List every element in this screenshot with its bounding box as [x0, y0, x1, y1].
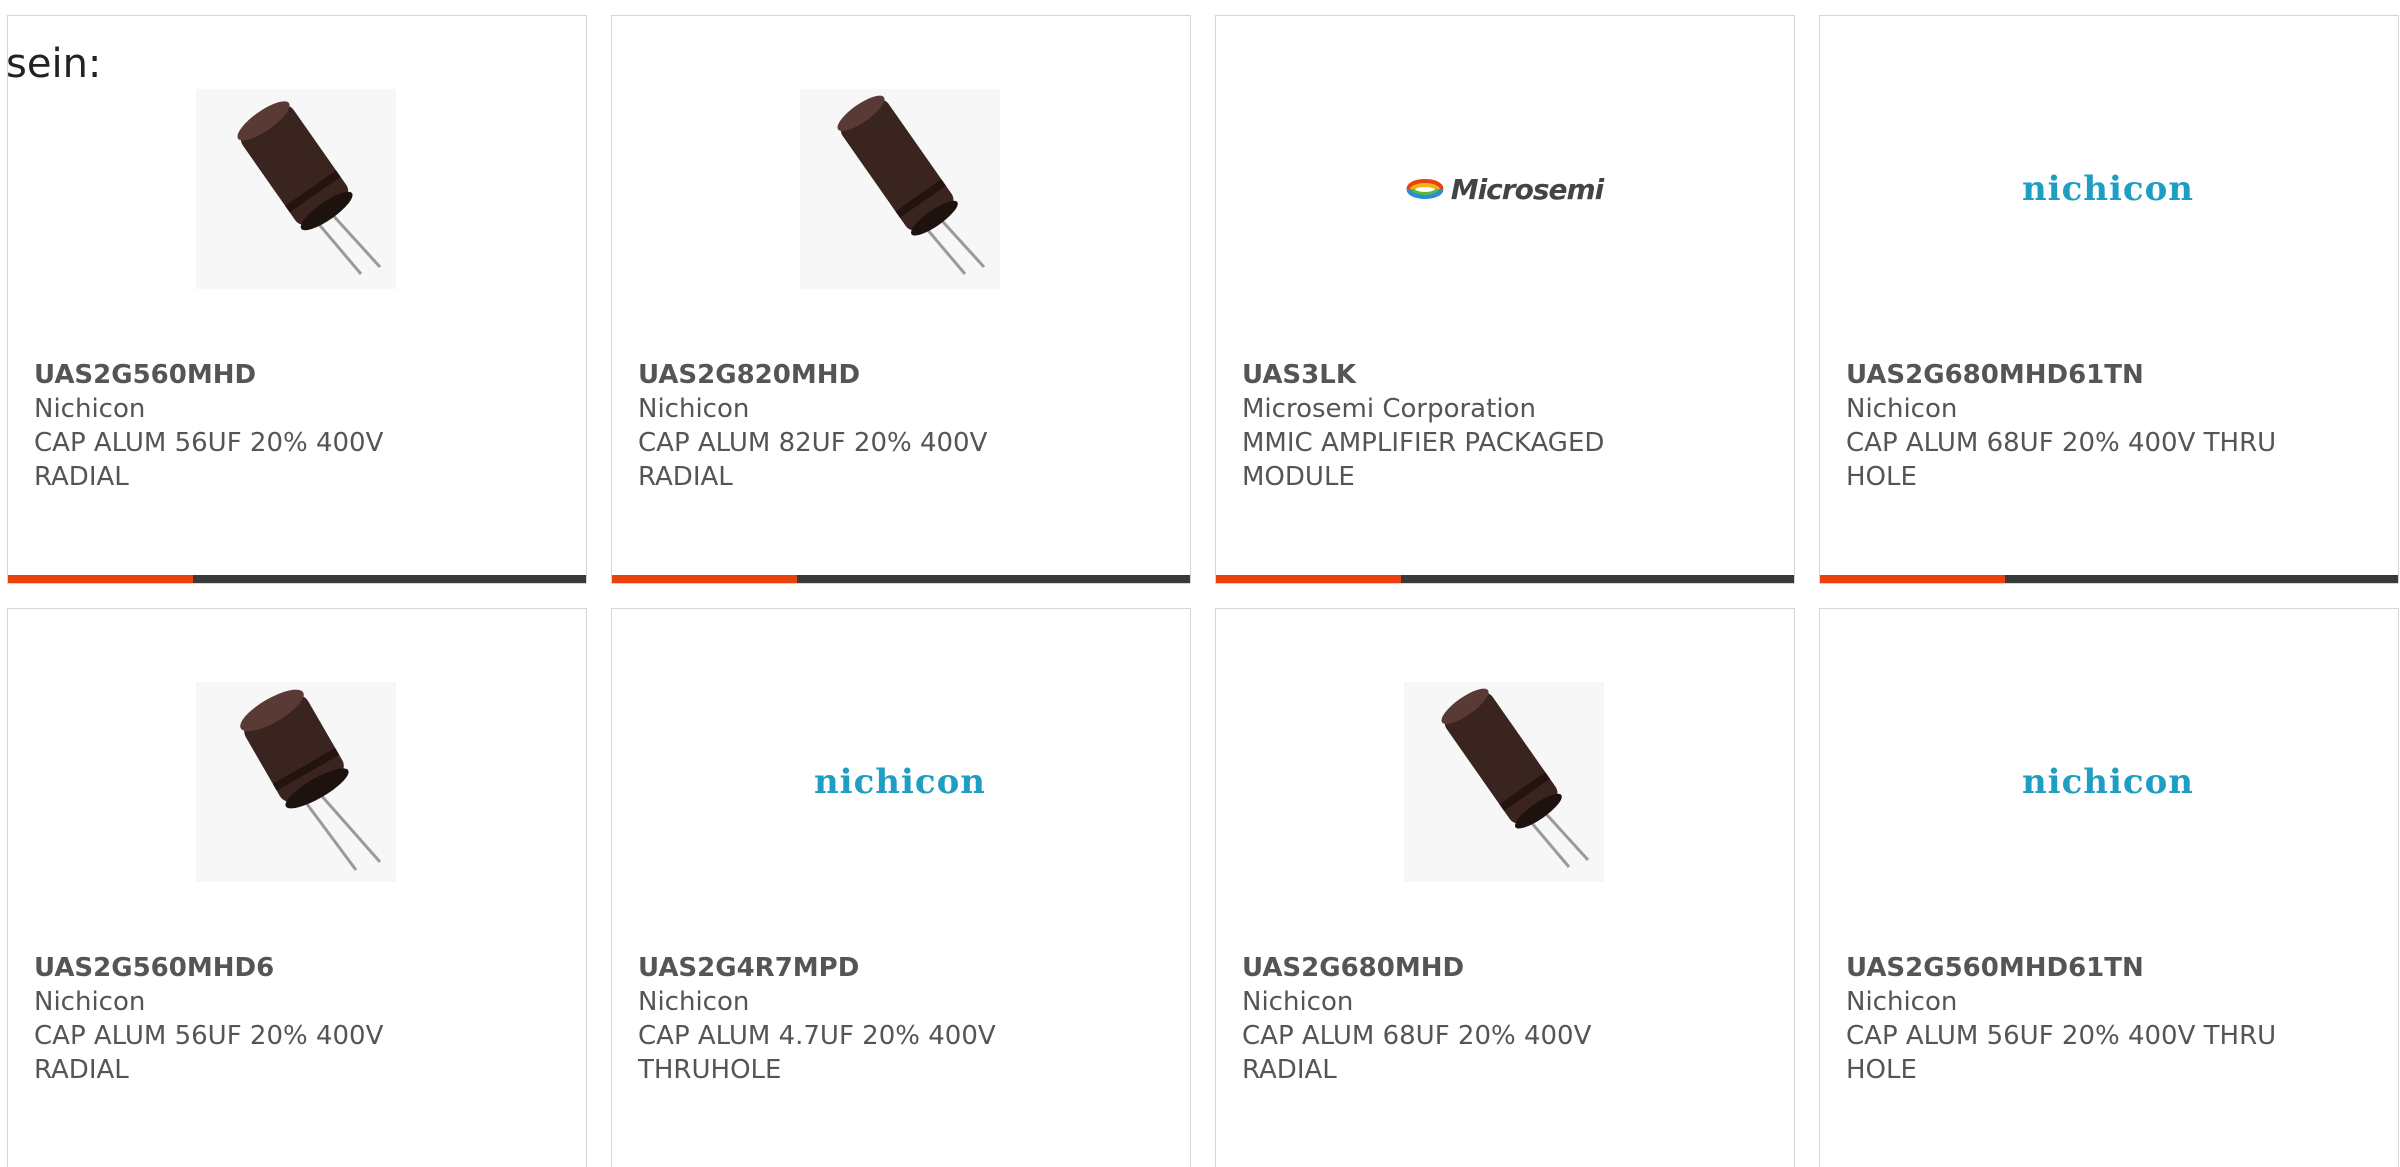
manufacturer: Nichicon — [1846, 987, 1958, 1017]
manufacturer: Microsemi Corporation — [1242, 394, 1536, 424]
part-number[interactable]: UAS2G560MHD61TN — [1846, 951, 2376, 985]
product-info: UAS3LK Microsemi Corporation MMIC AMPLIF… — [1242, 358, 1772, 494]
capacitor-photo-image — [196, 682, 396, 882]
description-line-2: THRUHOLE — [638, 1055, 782, 1085]
description: CAP ALUM 56UF 20% 400V — [34, 428, 384, 458]
description-line-2: RADIAL — [34, 1055, 129, 1085]
progress-bar-fill — [1216, 575, 1401, 583]
capacitor-photo-image — [196, 89, 396, 289]
manufacturer: Nichicon — [1242, 987, 1354, 1017]
capacitor-photo-image — [800, 89, 1000, 289]
description: MMIC AMPLIFIER PACKAGED — [1242, 428, 1605, 458]
product-info: UAS2G4R7MPD Nichicon CAP ALUM 4.7UF 20% … — [638, 951, 1168, 1087]
product-info: UAS2G680MHD61TN Nichicon CAP ALUM 68UF 2… — [1846, 358, 2376, 494]
product-card[interactable]: nichicon UAS2G560MHD61TN Nichicon CAP AL… — [1819, 608, 2399, 1167]
capacitor-photo-image — [1404, 682, 1604, 882]
description: CAP ALUM 68UF 20% 400V — [1242, 1021, 1592, 1051]
microsemi-logo: Microsemi — [1405, 173, 1604, 206]
product-info: UAS2G820MHD Nichicon CAP ALUM 82UF 20% 4… — [638, 358, 1168, 494]
manufacturer: Nichicon — [34, 987, 146, 1017]
progress-bar-fill — [612, 575, 797, 583]
capacitor-icon — [240, 689, 382, 871]
description: CAP ALUM 4.7UF 20% 400V — [638, 1021, 996, 1051]
progress-bar — [1216, 575, 1794, 583]
product-card[interactable]: UAS2G820MHD Nichicon CAP ALUM 82UF 20% 4… — [611, 15, 1191, 584]
capacitor-icon — [237, 101, 382, 275]
progress-bar-fill — [8, 575, 193, 583]
product-info: UAS2G560MHD6 Nichicon CAP ALUM 56UF 20% … — [34, 951, 564, 1087]
product-grid: UAS2G560MHD Nichicon CAP ALUM 56UF 20% 4… — [7, 15, 2399, 1167]
intro-text: sein: — [6, 41, 102, 87]
capacitor-icon — [1441, 688, 1590, 868]
capacitor-icon — [837, 95, 986, 275]
nichicon-logo-image: nichicon — [2008, 682, 2208, 882]
description-line-2: RADIAL — [1242, 1055, 1337, 1085]
manufacturer: Nichicon — [638, 394, 750, 424]
part-number[interactable]: UAS2G680MHD61TN — [1846, 358, 2376, 392]
progress-bar — [612, 575, 1190, 583]
product-card[interactable]: nichicon UAS2G4R7MPD Nichicon CAP ALUM 4… — [611, 608, 1191, 1167]
part-number[interactable]: UAS3LK — [1242, 358, 1772, 392]
description-line-2: HOLE — [1846, 462, 1917, 492]
progress-bar — [1820, 575, 2398, 583]
product-card[interactable]: UAS2G560MHD Nichicon CAP ALUM 56UF 20% 4… — [7, 15, 587, 584]
description: CAP ALUM 56UF 20% 400V THRU — [1846, 1021, 2277, 1051]
microsemi-logo-image: Microsemi — [1404, 89, 1604, 289]
microsemi-swirl-icon — [1406, 179, 1444, 199]
part-number[interactable]: UAS2G560MHD — [34, 358, 564, 392]
manufacturer: Nichicon — [638, 987, 750, 1017]
manufacturer: Nichicon — [1846, 394, 1958, 424]
description-line-2: RADIAL — [638, 462, 733, 492]
description-line-2: RADIAL — [34, 462, 129, 492]
product-info: UAS2G560MHD61TN Nichicon CAP ALUM 56UF 2… — [1846, 951, 2376, 1087]
product-card[interactable]: Microsemi UAS3LK Microsemi Corporation M… — [1215, 15, 1795, 584]
nichicon-logo: nichicon — [813, 762, 987, 802]
description: CAP ALUM 82UF 20% 400V — [638, 428, 988, 458]
product-info: UAS2G560MHD Nichicon CAP ALUM 56UF 20% 4… — [34, 358, 564, 494]
page: UAS2G560MHD Nichicon CAP ALUM 56UF 20% 4… — [0, 0, 2400, 1167]
product-card[interactable]: UAS2G560MHD6 Nichicon CAP ALUM 56UF 20% … — [7, 608, 587, 1167]
part-number[interactable]: UAS2G560MHD6 — [34, 951, 564, 985]
description-line-2: MODULE — [1242, 462, 1355, 492]
description: CAP ALUM 56UF 20% 400V — [34, 1021, 384, 1051]
description: CAP ALUM 68UF 20% 400V THRU — [1846, 428, 2277, 458]
description-line-2: HOLE — [1846, 1055, 1917, 1085]
progress-bar — [8, 575, 586, 583]
nichicon-logo: nichicon — [2021, 762, 2195, 802]
product-card[interactable]: nichicon UAS2G680MHD61TN Nichicon CAP AL… — [1819, 15, 2399, 584]
nichicon-logo: nichicon — [2021, 169, 2195, 209]
nichicon-logo-image: nichicon — [800, 682, 1000, 882]
progress-bar-fill — [1820, 575, 2005, 583]
manufacturer: Nichicon — [34, 394, 146, 424]
part-number[interactable]: UAS2G4R7MPD — [638, 951, 1168, 985]
product-info: UAS2G680MHD Nichicon CAP ALUM 68UF 20% 4… — [1242, 951, 1772, 1087]
product-card[interactable]: UAS2G680MHD Nichicon CAP ALUM 68UF 20% 4… — [1215, 608, 1795, 1167]
nichicon-logo-image: nichicon — [2008, 89, 2208, 289]
part-number[interactable]: UAS2G680MHD — [1242, 951, 1772, 985]
microsemi-logo-text: Microsemi — [1450, 172, 1605, 206]
part-number[interactable]: UAS2G820MHD — [638, 358, 1168, 392]
